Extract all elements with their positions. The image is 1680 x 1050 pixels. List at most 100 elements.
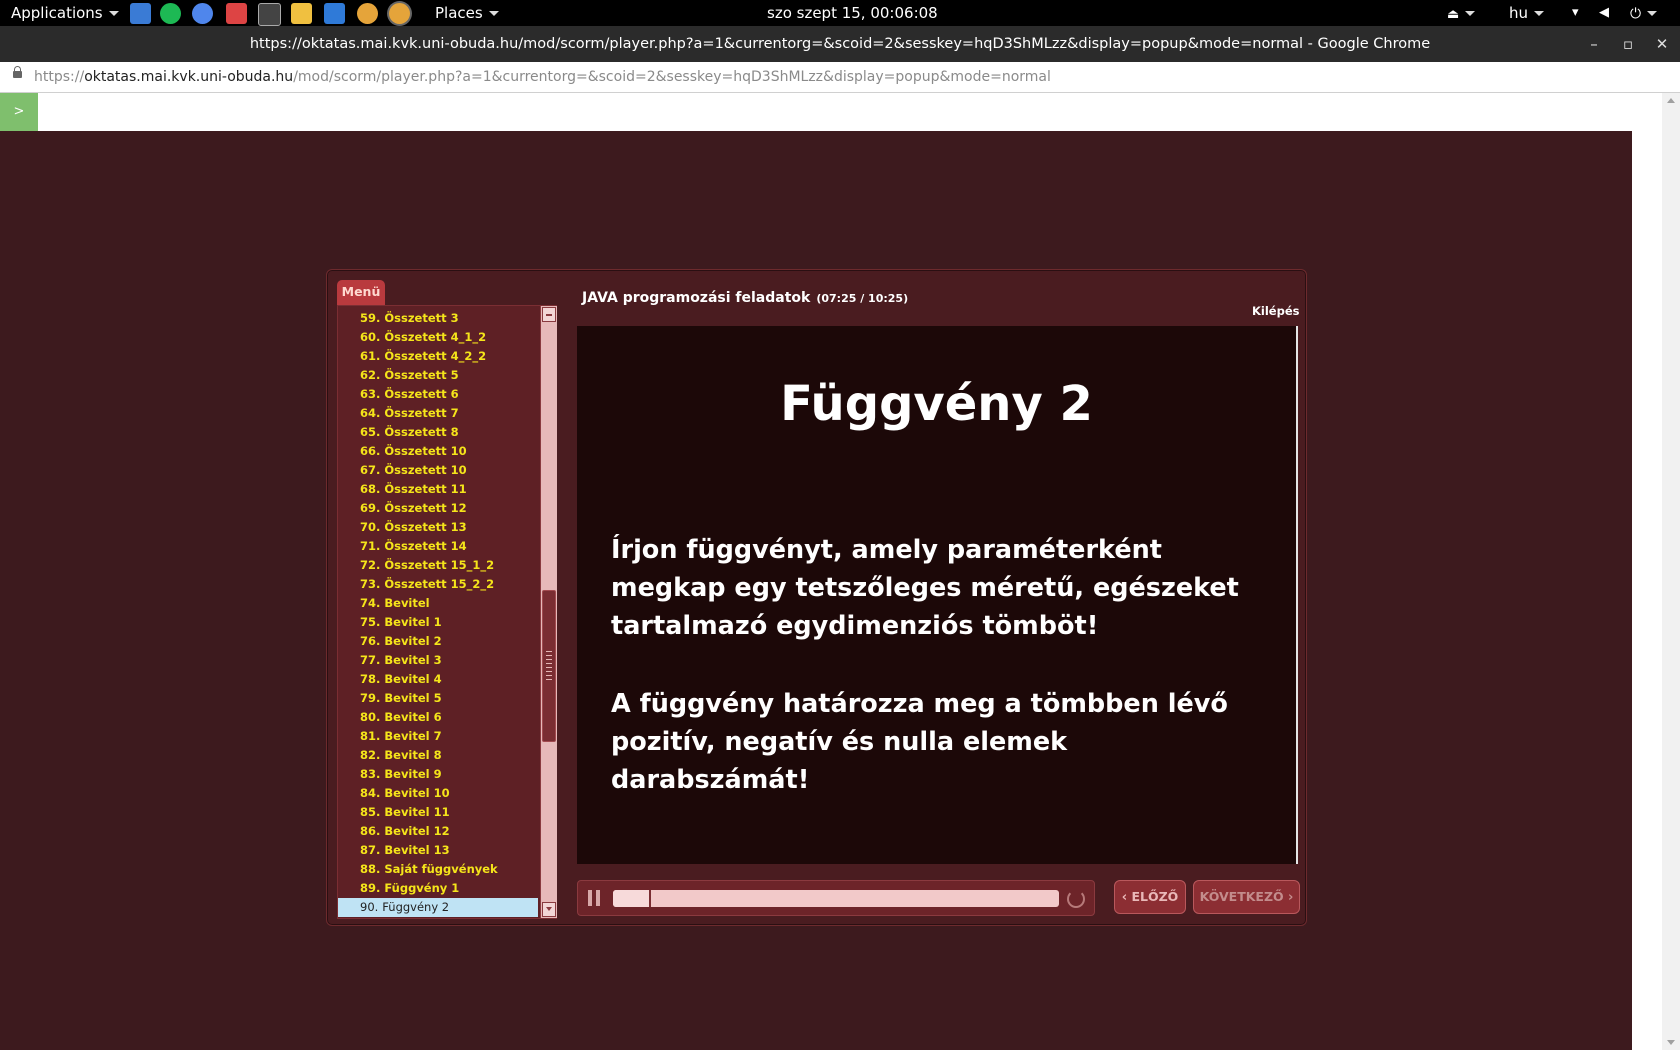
system-top-bar: Applications Places szo szept 15, 00:06:… (0, 0, 1680, 26)
playback-controls (577, 880, 1095, 916)
menu-item[interactable]: 90. Függvény 2 (338, 898, 538, 917)
menu-item-label: Összetett 3 (384, 311, 459, 325)
menu-item[interactable]: 88. Saját függvények (338, 860, 538, 879)
menu-item-label: Bevitel 11 (384, 805, 450, 819)
menu-item-label: Bevitel 2 (384, 634, 442, 648)
maximize-button[interactable]: ▫ (1618, 26, 1638, 62)
menu-item[interactable]: 63. Összetett 6 (338, 385, 538, 404)
menu-item[interactable]: 77. Bevitel 3 (338, 651, 538, 670)
menu-item-label: Függvény 1 (384, 881, 460, 895)
exit-link[interactable]: Kilépés (1252, 304, 1299, 318)
scroll-down-icon[interactable] (1667, 1040, 1675, 1045)
terminal-launcher-icon[interactable] (258, 3, 281, 26)
scroll-up-icon[interactable] (1667, 98, 1675, 103)
menu-scroll-up-button[interactable] (542, 307, 556, 322)
menu-item[interactable]: 78. Bevitel 4 (338, 670, 538, 689)
menu-item[interactable]: 68. Összetett 11 (338, 480, 538, 499)
replay-icon[interactable] (1067, 890, 1085, 908)
menu-item[interactable]: 61. Összetett 4_2_2 (338, 347, 538, 366)
page-scrollbar[interactable] (1662, 93, 1680, 1050)
clock[interactable]: szo szept 15, 00:06:08 (767, 0, 938, 26)
progress-bar[interactable] (613, 890, 1059, 907)
menu-item[interactable]: 66. Összetett 10 (338, 442, 538, 461)
menu-item[interactable]: 84. Bevitel 10 (338, 784, 538, 803)
menu-item-label: Összetett 4_2_2 (384, 349, 487, 363)
menu-item[interactable]: 85. Bevitel 11 (338, 803, 538, 822)
menu-scroll-thumb[interactable] (542, 590, 556, 742)
text-editor-launcher-icon[interactable] (291, 3, 312, 24)
menu-item[interactable]: 87. Bevitel 13 (338, 841, 538, 860)
menu-item[interactable]: 75. Bevitel 1 (338, 613, 538, 632)
close-window-button[interactable]: ✕ (1652, 26, 1672, 62)
power-menu[interactable]: ⏻ (1630, 0, 1658, 26)
chrome-active-launcher-icon[interactable] (389, 3, 410, 24)
places-menu[interactable]: Places (435, 0, 499, 26)
menu-item-number: 78. (360, 672, 381, 686)
menu-item-label: Bevitel 6 (384, 710, 442, 724)
menu-item-label: Összetett 4_1_2 (384, 330, 487, 344)
menu-item-number: 90. (360, 900, 379, 914)
menu-tab[interactable]: Menü (337, 280, 385, 305)
software-launcher-icon[interactable] (226, 3, 247, 24)
menu-item[interactable]: 89. Függvény 1 (338, 879, 538, 898)
menu-item[interactable]: 74. Bevitel (338, 594, 538, 613)
menu-item-label: Bevitel 9 (384, 767, 442, 781)
menu-item[interactable]: 73. Összetett 15_2_2 (338, 575, 538, 594)
menu-item[interactable]: 71. Összetett 14 (338, 537, 538, 556)
menu-item[interactable]: 83. Bevitel 9 (338, 765, 538, 784)
chromium-launcher-icon[interactable] (192, 3, 213, 24)
slide-content: Függvény 2 Írjon függvényt, amely paramé… (577, 326, 1298, 864)
course-title-text: JAVA programozási feladatok (582, 290, 811, 306)
address-bar[interactable]: https://oktatas.mai.kvk.uni-obuda.hu/mod… (0, 62, 1680, 93)
menu-item-label: Bevitel 13 (384, 843, 450, 857)
minimize-button[interactable]: – (1584, 26, 1604, 62)
menu-item[interactable]: 59. Összetett 3 (338, 309, 538, 328)
menu-item-label: Összetett 10 (384, 463, 467, 477)
lock-icon (13, 66, 22, 78)
menu-item[interactable]: 67. Összetett 10 (338, 461, 538, 480)
menu-list[interactable]: 59. Összetett 3 60. Összetett 4_1_2 61. Össze… (338, 306, 538, 918)
menu-item[interactable]: 69. Összetett 12 (338, 499, 538, 518)
system-monitor-launcher-icon[interactable] (324, 3, 345, 24)
keyboard-layout-menu[interactable]: hu (1509, 0, 1545, 26)
chrome-launcher-icon[interactable] (357, 3, 378, 24)
menu-item[interactable]: 80. Bevitel 6 (338, 708, 538, 727)
url-text[interactable]: https://oktatas.mai.kvk.uni-obuda.hu/mod… (34, 62, 1051, 92)
previous-button[interactable]: ‹ ELŐZŐ (1114, 880, 1186, 914)
applications-menu[interactable]: Applications (11, 0, 119, 26)
menu-item-number: 86. (360, 824, 381, 838)
spotify-launcher-icon[interactable] (160, 3, 181, 24)
toc-toggle-button[interactable]: > (0, 93, 38, 131)
menu-item-number: 69. (360, 501, 381, 515)
chevron-right-icon: › (1288, 890, 1294, 905)
menu-scrollbar[interactable] (540, 306, 557, 918)
menu-item[interactable]: 62. Összetett 5 (338, 366, 538, 385)
menu-item-number: 59. (360, 311, 381, 325)
menu-scroll-down-button[interactable] (542, 902, 556, 917)
menu-item-label: Bevitel (384, 596, 430, 610)
menu-item[interactable]: 64. Összetett 7 (338, 404, 538, 423)
menu-item[interactable]: 86. Bevitel 12 (338, 822, 538, 841)
menu-item-number: 72. (360, 558, 381, 572)
menu-item[interactable]: 70. Összetett 13 (338, 518, 538, 537)
menu-item-number: 62. (360, 368, 381, 382)
eject-menu[interactable]: ⏏ (1447, 0, 1476, 26)
volume-icon[interactable]: ◀ (1599, 0, 1609, 26)
next-button[interactable]: KÖVETKEZŐ › (1193, 880, 1300, 914)
files-launcher-icon[interactable] (130, 3, 151, 24)
menu-item[interactable]: 65. Összetett 8 (338, 423, 538, 442)
course-time: (07:25 / 10:25) (816, 292, 909, 305)
menu-item-label: Bevitel 10 (384, 786, 450, 800)
wifi-icon[interactable]: ▾ (1572, 0, 1579, 26)
menu-item-number: 65. (360, 425, 381, 439)
menu-item[interactable]: 82. Bevitel 8 (338, 746, 538, 765)
menu-item[interactable]: 76. Bevitel 2 (338, 632, 538, 651)
window-title: https://oktatas.mai.kvk.uni-obuda.hu/mod… (249, 36, 1431, 52)
pause-button[interactable] (588, 890, 600, 906)
menu-item[interactable]: 72. Összetett 15_1_2 (338, 556, 538, 575)
menu-item[interactable]: 60. Összetett 4_1_2 (338, 328, 538, 347)
menu-item-label: Összetett 11 (384, 482, 467, 496)
menu-item-label: Bevitel 1 (384, 615, 442, 629)
menu-item[interactable]: 79. Bevitel 5 (338, 689, 538, 708)
menu-item[interactable]: 81. Bevitel 7 (338, 727, 538, 746)
